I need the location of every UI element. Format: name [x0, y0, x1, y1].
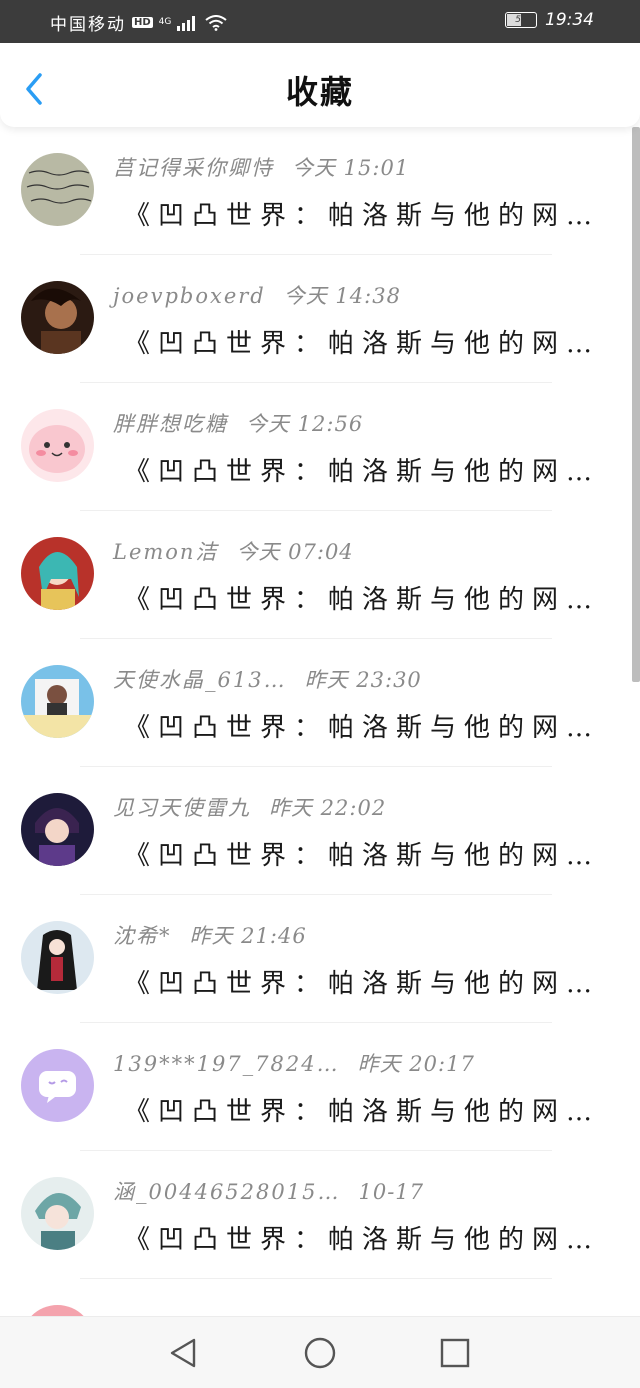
page-title: 收藏: [285, 73, 354, 111]
handwriting-note-avatar[interactable]: [21, 153, 94, 226]
pink-blob-avatar[interactable]: [21, 409, 94, 482]
nav-home-button[interactable]: [302, 1335, 338, 1371]
status-left: 中国移动 HD 4G: [50, 10, 227, 35]
user-name[interactable]: 胖胖想吃糖: [113, 412, 228, 436]
timestamp: 10-17: [358, 1180, 425, 1204]
circle-home-icon: [304, 1337, 336, 1369]
user-name[interactable]: 见习天使雷九: [113, 796, 251, 820]
list-item[interactable]: Lemon洁今天 07:04 《凹凸世界：帕洛斯与他的网页女神》: [0, 511, 632, 639]
list-item[interactable]: 139***197_7824… 昨天 20:17 《凹凸世界：帕洛斯与他的网页女神…: [0, 1023, 632, 1151]
item-meta: [113, 1304, 131, 1316]
item-meta: Lemon洁 今天 07:04: [113, 536, 354, 566]
item-meta: 莒记得采你卿恃 今天 15:01: [113, 152, 409, 182]
user-name[interactable]: joevpboxerd: [113, 284, 266, 308]
carrier-label: 中国移动: [50, 15, 126, 35]
item-meta: joevpboxerd 今天 14:38: [113, 280, 401, 310]
app-header: 收藏: [0, 43, 640, 127]
wifi-icon: [205, 14, 227, 31]
item-content[interactable]: 《凹凸世界：帕洛斯与他的网页女神》: [124, 1091, 610, 1128]
favorites-list: 莒记得采你卿恃今天 15:01 《凹凸世界：帕洛斯与他的网页女神》 joevpb…: [0, 127, 640, 1316]
status-bar: 中国移动 HD 4G 54 19:34: [0, 0, 640, 43]
anime-boy-avatar[interactable]: [21, 793, 94, 866]
item-meta: 胖胖想吃糖 今天 12:56: [113, 408, 363, 438]
triangle-back-icon: [170, 1338, 196, 1368]
list-item[interactable]: 莒记得采你卿恃今天 15:01 《凹凸世界：帕洛斯与他的网页女神》: [0, 127, 632, 255]
system-nav-bar: [0, 1316, 640, 1388]
default-chat-avatar[interactable]: [21, 1049, 94, 1122]
scrollbar[interactable]: [632, 127, 640, 682]
network-label: 4G: [158, 17, 172, 27]
battery-level: 54: [515, 15, 527, 25]
item-content[interactable]: 《凹凸世界：帕洛斯与他的网页女神》: [124, 835, 610, 872]
partial-avatar[interactable]: [21, 1305, 94, 1316]
item-content[interactable]: 《凹凸世界：帕洛斯与他的网页女神》: [124, 451, 610, 488]
item-content[interactable]: 《凹凸世界：帕洛斯与他的网页女神》: [124, 707, 610, 744]
item-content[interactable]: 《凹凸世界：帕洛斯与他的网页女神》: [124, 195, 610, 232]
selfie-photo-avatar[interactable]: [21, 665, 94, 738]
item-content[interactable]: 《凹凸世界：帕洛斯与他的网页女神》: [124, 323, 610, 360]
user-name[interactable]: Lemon洁: [113, 540, 218, 564]
item-meta: 天使水晶_613… 昨天 23:30: [113, 664, 422, 694]
item-content[interactable]: 《凹凸世界：帕洛斯与他的网页女神》: [124, 1219, 610, 1256]
nav-recents-button[interactable]: [437, 1335, 473, 1371]
list-item[interactable]: [0, 1279, 632, 1316]
anime-girl-avatar[interactable]: [21, 537, 94, 610]
list-item[interactable]: 涵_00446528015… 10-17 《凹凸世界：帕洛斯与他的网页女神》: [0, 1151, 632, 1279]
item-meta: 139***197_7824… 昨天 20:17: [113, 1048, 475, 1078]
timestamp: 今天 14:38: [283, 284, 401, 308]
item-content[interactable]: 《凹凸世界：帕洛斯与他的网页女神》: [124, 963, 610, 1000]
portrait-photo-avatar[interactable]: [21, 281, 94, 354]
user-name[interactable]: 涵_00446528015…: [113, 1180, 340, 1204]
list-item[interactable]: joevpboxerd 今天 14:38 《凹凸世界：帕洛斯与他的网页女神》: [0, 255, 632, 383]
item-content[interactable]: 《凹凸世界：帕洛斯与他的网页女神》: [124, 579, 610, 616]
user-name[interactable]: 莒记得采你卿恃: [113, 156, 274, 180]
item-meta: 见习天使雷九 昨天 22:02: [113, 792, 386, 822]
battery-icon: 54: [505, 12, 537, 28]
user-name[interactable]: 139***197_7824…: [113, 1052, 340, 1076]
clock: 19:34: [545, 10, 594, 30]
hd-badge: HD: [132, 17, 153, 28]
signal-icon: [177, 15, 199, 31]
anime-dark-girl-avatar[interactable]: [21, 921, 94, 994]
list-item[interactable]: 见习天使雷九昨天 22:02 《凹凸世界：帕洛斯与他的网页女神》: [0, 767, 632, 895]
square-recents-icon: [440, 1338, 470, 1368]
timestamp: 昨天 20:17: [357, 1052, 475, 1076]
user-name[interactable]: 天使水晶_613…: [113, 668, 287, 692]
timestamp: 昨天 22:02: [269, 796, 387, 820]
item-meta: 涵_00446528015… 10-17: [113, 1176, 424, 1206]
nav-back-button[interactable]: [166, 1335, 202, 1371]
list-item[interactable]: 胖胖想吃糖今天 12:56 《凹凸世界：帕洛斯与他的网页女神》: [0, 383, 632, 511]
timestamp: 昨天 23:30: [304, 668, 422, 692]
timestamp: 今天 12:56: [246, 412, 364, 436]
list-item[interactable]: 沈希* 昨天 21:46 《凹凸世界：帕洛斯与他的网页女神》: [0, 895, 632, 1023]
timestamp: 今天 15:01: [292, 156, 410, 180]
timestamp: 昨天 21:46: [189, 924, 307, 948]
timestamp: 今天 07:04: [236, 540, 354, 564]
item-meta: 沈希* 昨天 21:46: [113, 920, 307, 950]
list-item[interactable]: 天使水晶_613… 昨天 23:30 《凹凸世界：帕洛斯与他的网页女神》: [0, 639, 632, 767]
status-right: 54 19:34: [505, 10, 594, 30]
user-name[interactable]: 沈希*: [113, 924, 172, 948]
anime-teal-avatar[interactable]: [21, 1177, 94, 1250]
